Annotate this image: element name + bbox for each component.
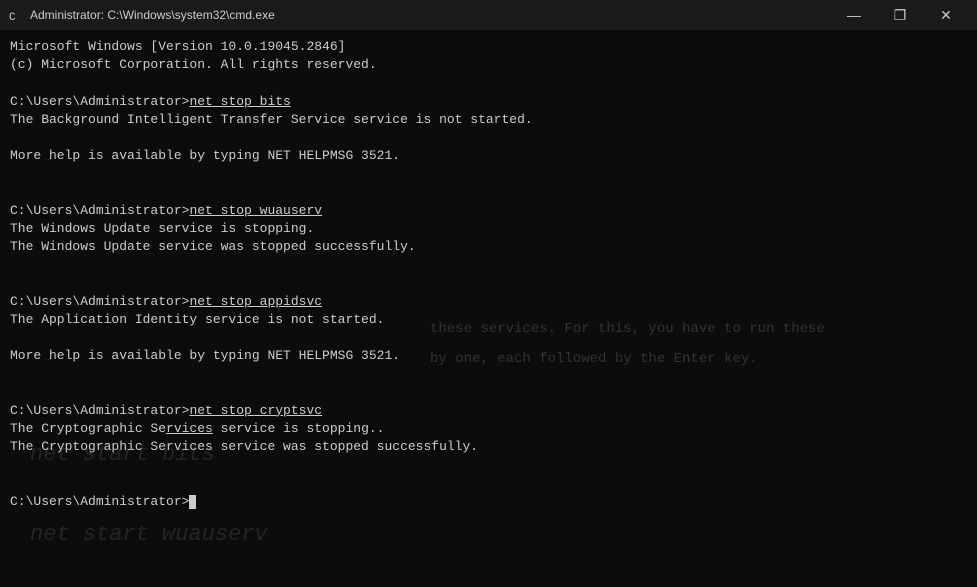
blank-5 xyxy=(10,256,967,274)
prompt-user-1: C:\Users\Administrator> xyxy=(10,94,189,109)
cmd-3: net stop appidsvc xyxy=(189,294,322,309)
blank-10 xyxy=(10,456,967,474)
cmd-4: net stop cryptsvc xyxy=(189,403,322,418)
cmd-1: net stop bits xyxy=(189,94,290,109)
prompt-line-3: C:\Users\Administrator>net stop appidsvc xyxy=(10,293,967,311)
output-line-10: The Cryptographic Services service was s… xyxy=(10,438,967,456)
terminal-area[interactable]: Microsoft Windows [Version 10.0.19045.28… xyxy=(0,30,977,587)
prompt-user-2: C:\Users\Administrator> xyxy=(10,203,189,218)
maximize-button[interactable]: ❐ xyxy=(877,0,923,30)
minimize-button[interactable]: — xyxy=(831,0,877,30)
overlay-net-start-wuauserv: net start wuauserv xyxy=(30,520,268,551)
blank-3 xyxy=(10,165,967,183)
prompt-user-5: C:\Users\Administrator> xyxy=(10,494,189,509)
blank-11 xyxy=(10,475,967,493)
output-line-8: More help is available by typing NET HEL… xyxy=(10,347,967,365)
prompt-line-1: C:\Users\Administrator>net stop bits xyxy=(10,93,967,111)
svg-text:C: C xyxy=(9,12,16,23)
title-bar-left: C Administrator: C:\Windows\system32\cmd… xyxy=(8,7,275,23)
output-line-2: (c) Microsoft Corporation. All rights re… xyxy=(10,56,967,74)
prompt-user-3: C:\Users\Administrator> xyxy=(10,294,189,309)
blank-7 xyxy=(10,329,967,347)
window-controls: — ❐ ✕ xyxy=(831,0,969,30)
prompt-line-4: C:\Users\Administrator>net stop cryptsvc xyxy=(10,402,967,420)
title-bar: C Administrator: C:\Windows\system32\cmd… xyxy=(0,0,977,30)
blank-2 xyxy=(10,129,967,147)
blank-8 xyxy=(10,365,967,383)
cmd-2: net stop wuauserv xyxy=(189,203,322,218)
window-title: Administrator: C:\Windows\system32\cmd.e… xyxy=(30,8,275,22)
blank-9 xyxy=(10,384,967,402)
window: C Administrator: C:\Windows\system32\cmd… xyxy=(0,0,977,587)
output-line-9: The Cryptographic Services service is st… xyxy=(10,420,967,438)
output-line-4: More help is available by typing NET HEL… xyxy=(10,147,967,165)
output-line-1: Microsoft Windows [Version 10.0.19045.28… xyxy=(10,38,967,56)
output-line-3: The Background Intelligent Transfer Serv… xyxy=(10,111,967,129)
cursor xyxy=(189,495,196,509)
prompt-line-2: C:\Users\Administrator>net stop wuauserv xyxy=(10,202,967,220)
blank-4 xyxy=(10,184,967,202)
output-line-6: The Windows Update service was stopped s… xyxy=(10,238,967,256)
prompt-user-4: C:\Users\Administrator> xyxy=(10,403,189,418)
output-line-5: The Windows Update service is stopping. xyxy=(10,220,967,238)
cmd-icon: C xyxy=(8,7,24,23)
close-button[interactable]: ✕ xyxy=(923,0,969,30)
prompt-line-5: C:\Users\Administrator> xyxy=(10,493,967,511)
blank-6 xyxy=(10,274,967,292)
blank-1 xyxy=(10,74,967,92)
output-line-7: The Application Identity service is not … xyxy=(10,311,967,329)
